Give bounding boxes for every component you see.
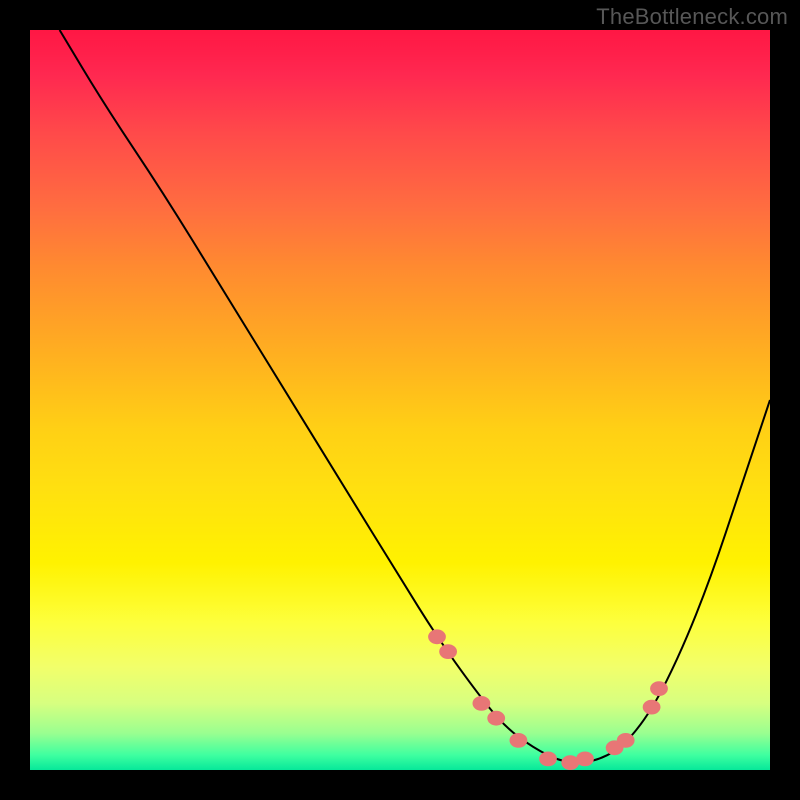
chart-gradient-background (30, 30, 770, 770)
watermark-text: TheBottleneck.com (596, 4, 788, 30)
